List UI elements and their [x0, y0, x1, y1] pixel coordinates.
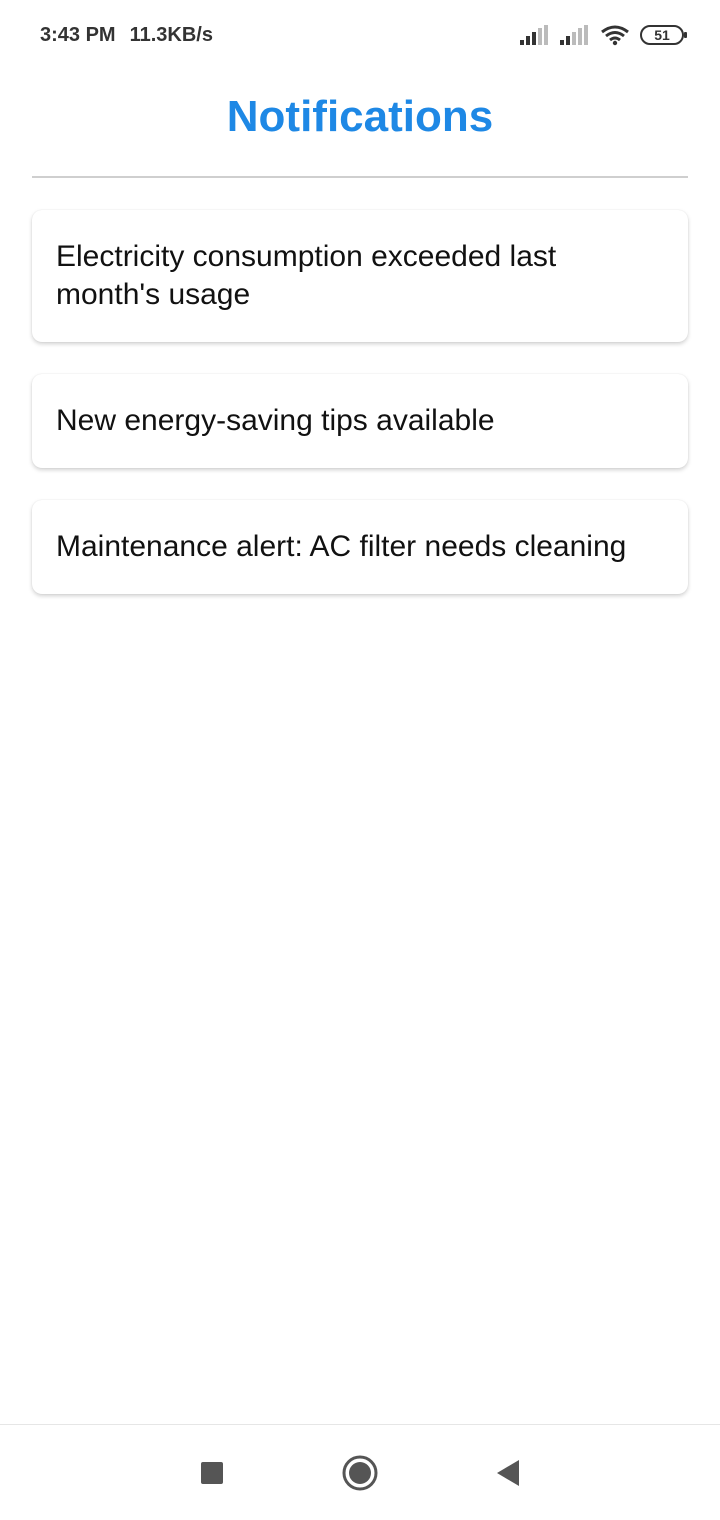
notification-list: Electricity consumption exceeded last mo…	[32, 210, 688, 626]
notification-text: Maintenance alert: AC filter needs clean…	[56, 530, 627, 563]
page-title: Notifications	[226, 92, 494, 141]
home-button[interactable]	[340, 1453, 380, 1493]
status-bar: 3:43 PM 11.3KB/s 51	[0, 0, 720, 70]
title-divider	[32, 176, 688, 178]
network-speed: 11.3KB/s	[129, 23, 213, 46]
battery-icon: 51	[640, 25, 687, 45]
notification-card[interactable]: Electricity consumption exceeded last mo…	[32, 210, 688, 342]
notification-card[interactable]: Maintenance alert: AC filter needs clean…	[32, 500, 688, 594]
battery-level: 51	[654, 27, 670, 43]
notification-text: Electricity consumption exceeded last mo…	[56, 240, 557, 311]
signal-icon	[560, 25, 588, 45]
notification-card[interactable]: New energy-saving tips available	[32, 374, 688, 468]
back-button[interactable]	[488, 1453, 528, 1493]
recents-square-icon	[201, 1461, 223, 1484]
recents-button[interactable]	[192, 1453, 232, 1493]
back-triangle-icon	[497, 1459, 519, 1486]
navigation-bar	[0, 1424, 720, 1520]
status-time: 3:43 PM	[40, 23, 116, 46]
status-left: 3:43 PM 11.3KB/s	[40, 24, 213, 47]
wifi-icon	[601, 25, 629, 46]
notification-text: New energy-saving tips available	[56, 404, 495, 437]
signal-icon	[520, 25, 548, 45]
home-circle-icon	[342, 1455, 378, 1490]
status-right: 51	[520, 24, 687, 46]
